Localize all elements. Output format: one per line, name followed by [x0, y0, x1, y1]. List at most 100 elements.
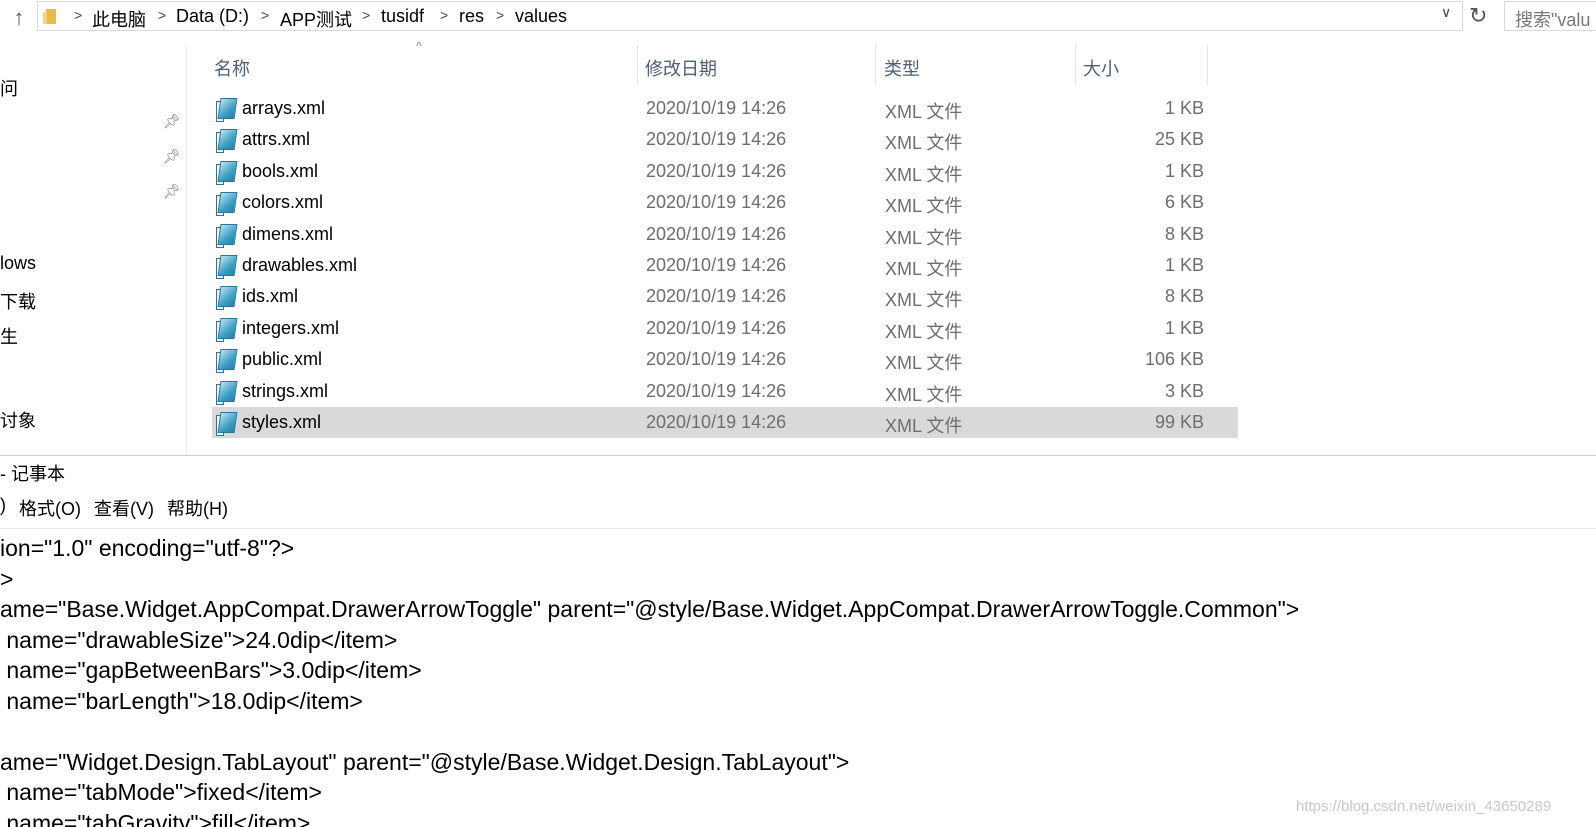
file-name: ids.xml [242, 286, 298, 307]
file-row[interactable]: public.xml2020/10/19 14:26XML 文件106 KB [212, 344, 1238, 375]
file-size: 1 KB [1165, 318, 1204, 339]
menu-edit[interactable]: ) [0, 495, 6, 516]
file-name: strings.xml [242, 381, 328, 402]
xml-file-icon [216, 255, 236, 277]
chevron-right-icon[interactable]: > [261, 7, 269, 23]
text-line: name="gapBetweenBars">3.0dip</item> [0, 657, 422, 684]
column-divider[interactable] [637, 45, 638, 85]
file-size: 106 KB [1145, 349, 1204, 370]
column-header-row: ^ 名称 修改日期 类型 大小 [187, 45, 1227, 85]
file-size: 25 KB [1155, 129, 1204, 150]
nav-item-quick-access[interactable]: 问 [0, 75, 18, 101]
file-row[interactable]: attrs.xml2020/10/19 14:26XML 文件25 KB [212, 124, 1238, 155]
file-name: colors.xml [242, 192, 323, 213]
file-date: 2020/10/19 14:26 [646, 129, 786, 150]
xml-file-icon [216, 129, 236, 151]
file-row[interactable]: integers.xml 2020/10/19 14:26 XML 文件 1 KB [212, 313, 1238, 344]
pin-icon[interactable]: 📌︎ [163, 148, 181, 165]
pin-icon[interactable]: 📌︎ [163, 113, 181, 130]
file-row[interactable]: colors.xml2020/10/19 14:26XML 文件6 KB [212, 187, 1238, 218]
file-row[interactable]: ids.xml 2020/10/19 14:26 XML 文件 8 KB [212, 281, 1238, 312]
file-name: bools.xml [242, 161, 318, 182]
text-line: name="barLength">18.0dip</item> [0, 688, 363, 715]
file-size: 1 KB [1165, 98, 1204, 119]
file-name: public.xml [242, 349, 322, 370]
file-row[interactable]: drawables.xml2020/10/19 14:26XML 文件1 KB [212, 250, 1238, 281]
file-size: 6 KB [1165, 192, 1204, 213]
file-type: XML 文件 [885, 192, 962, 218]
menu-divider [0, 528, 1596, 529]
xml-file-icon [216, 161, 236, 183]
sort-ascending-icon: ^ [416, 39, 422, 53]
nav-item-windows[interactable]: lows [0, 253, 36, 274]
text-line: ame="Base.Widget.AppCompat.DrawerArrowTo… [0, 596, 1299, 623]
text-line: name="drawableSize">24.0dip</item> [0, 627, 397, 654]
file-type: XML 文件 [885, 318, 962, 344]
chevron-right-icon[interactable]: > [74, 7, 82, 23]
xml-file-icon [216, 286, 236, 308]
menu-view[interactable]: 查看(V) [94, 495, 154, 521]
pin-icon[interactable]: 📌︎ [163, 183, 181, 200]
up-arrow-icon[interactable]: ↑ [6, 4, 32, 32]
column-header-name[interactable]: 名称 [214, 55, 250, 81]
breadcrumb-values[interactable]: values [515, 6, 567, 27]
menu-help[interactable]: 帮助(H) [167, 495, 228, 521]
file-size: 1 KB [1165, 161, 1204, 182]
column-divider[interactable] [875, 45, 876, 85]
nav-item-3d-objects[interactable]: 讨象 [0, 407, 36, 433]
file-type: XML 文件 [885, 286, 962, 312]
address-box[interactable]: > 此电脑 > Data (D:) > APP测试 > tusidf > res… [37, 1, 1463, 31]
file-type: XML 文件 [885, 98, 962, 124]
column-header-type[interactable]: 类型 [884, 55, 920, 81]
column-divider[interactable] [1075, 45, 1076, 85]
file-row[interactable]: bools.xml 2020/10/19 14:26 XML 文件 1 KB [212, 156, 1238, 187]
text-line: name="tabGravity">fill</item> [0, 810, 310, 827]
text-line: > [0, 566, 13, 593]
breadcrumb-this-pc[interactable]: 此电脑 [92, 6, 146, 32]
xml-file-icon [216, 349, 236, 371]
text-editor[interactable]: ion="1.0" encoding="utf-8"?>>ame="Base.W… [0, 535, 1596, 827]
file-date: 2020/10/19 14:26 [646, 286, 786, 307]
file-explorer-window: ↑ > 此电脑 > Data (D:) > APP测试 > tusidf > r… [0, 0, 1596, 455]
file-size: 8 KB [1165, 224, 1204, 245]
column-divider[interactable] [1207, 45, 1208, 85]
file-row[interactable]: dimens.xml2020/10/19 14:26XML 文件8 KB [212, 219, 1238, 250]
file-date: 2020/10/19 14:26 [646, 224, 786, 245]
file-row[interactable]: styles.xml2020/10/19 14:26XML 文件99 KB [212, 407, 1238, 438]
chevron-down-icon[interactable]: ∨ [1441, 4, 1451, 21]
xml-file-icon [216, 224, 236, 246]
menu-format[interactable]: 格式(O) [19, 495, 81, 521]
chevron-right-icon[interactable]: > [496, 7, 504, 23]
file-row[interactable]: strings.xml2020/10/19 14:26XML 文件3 KB [212, 376, 1238, 407]
column-header-size[interactable]: 大小 [1083, 55, 1119, 81]
breadcrumb-tusidf[interactable]: tusidf [381, 6, 424, 27]
column-header-date[interactable]: 修改日期 [645, 55, 717, 81]
navigation-pane: 问 📌︎ 📌︎ 📌︎ lows 下载 生 讨象 [0, 45, 185, 455]
xml-file-icon [216, 412, 236, 434]
file-size: 3 KB [1165, 381, 1204, 402]
xml-file-icon [216, 381, 236, 403]
nav-item-desktop[interactable]: 生 [0, 323, 18, 349]
search-input[interactable]: 搜索"valu [1504, 1, 1596, 31]
chevron-right-icon[interactable]: > [362, 7, 370, 23]
chevron-right-icon[interactable]: > [158, 7, 166, 23]
text-line: ame="Widget.Design.TabLayout" parent="@s… [0, 749, 849, 776]
address-bar: ↑ > 此电脑 > Data (D:) > APP测试 > tusidf > r… [0, 0, 1596, 36]
file-name: dimens.xml [242, 224, 333, 245]
breadcrumb-drive[interactable]: Data (D:) [176, 6, 249, 27]
file-date: 2020/10/19 14:26 [646, 98, 786, 119]
file-row[interactable]: arrays.xml2020/10/19 14:26XML 文件1 KB [212, 93, 1238, 124]
file-date: 2020/10/19 14:26 [646, 161, 786, 182]
xml-file-icon [216, 318, 236, 340]
file-date: 2020/10/19 14:26 [646, 318, 786, 339]
chevron-right-icon[interactable]: > [440, 7, 448, 23]
breadcrumb-app-test[interactable]: APP测试 [280, 6, 352, 32]
nav-item-downloads[interactable]: 下载 [0, 288, 36, 314]
file-type: XML 文件 [885, 161, 962, 187]
file-date: 2020/10/19 14:26 [646, 255, 786, 276]
xml-file-icon [216, 192, 236, 214]
file-name: integers.xml [242, 318, 339, 339]
breadcrumb-res[interactable]: res [459, 6, 484, 27]
file-size: 8 KB [1165, 286, 1204, 307]
refresh-icon[interactable]: ↻ [1469, 3, 1487, 29]
